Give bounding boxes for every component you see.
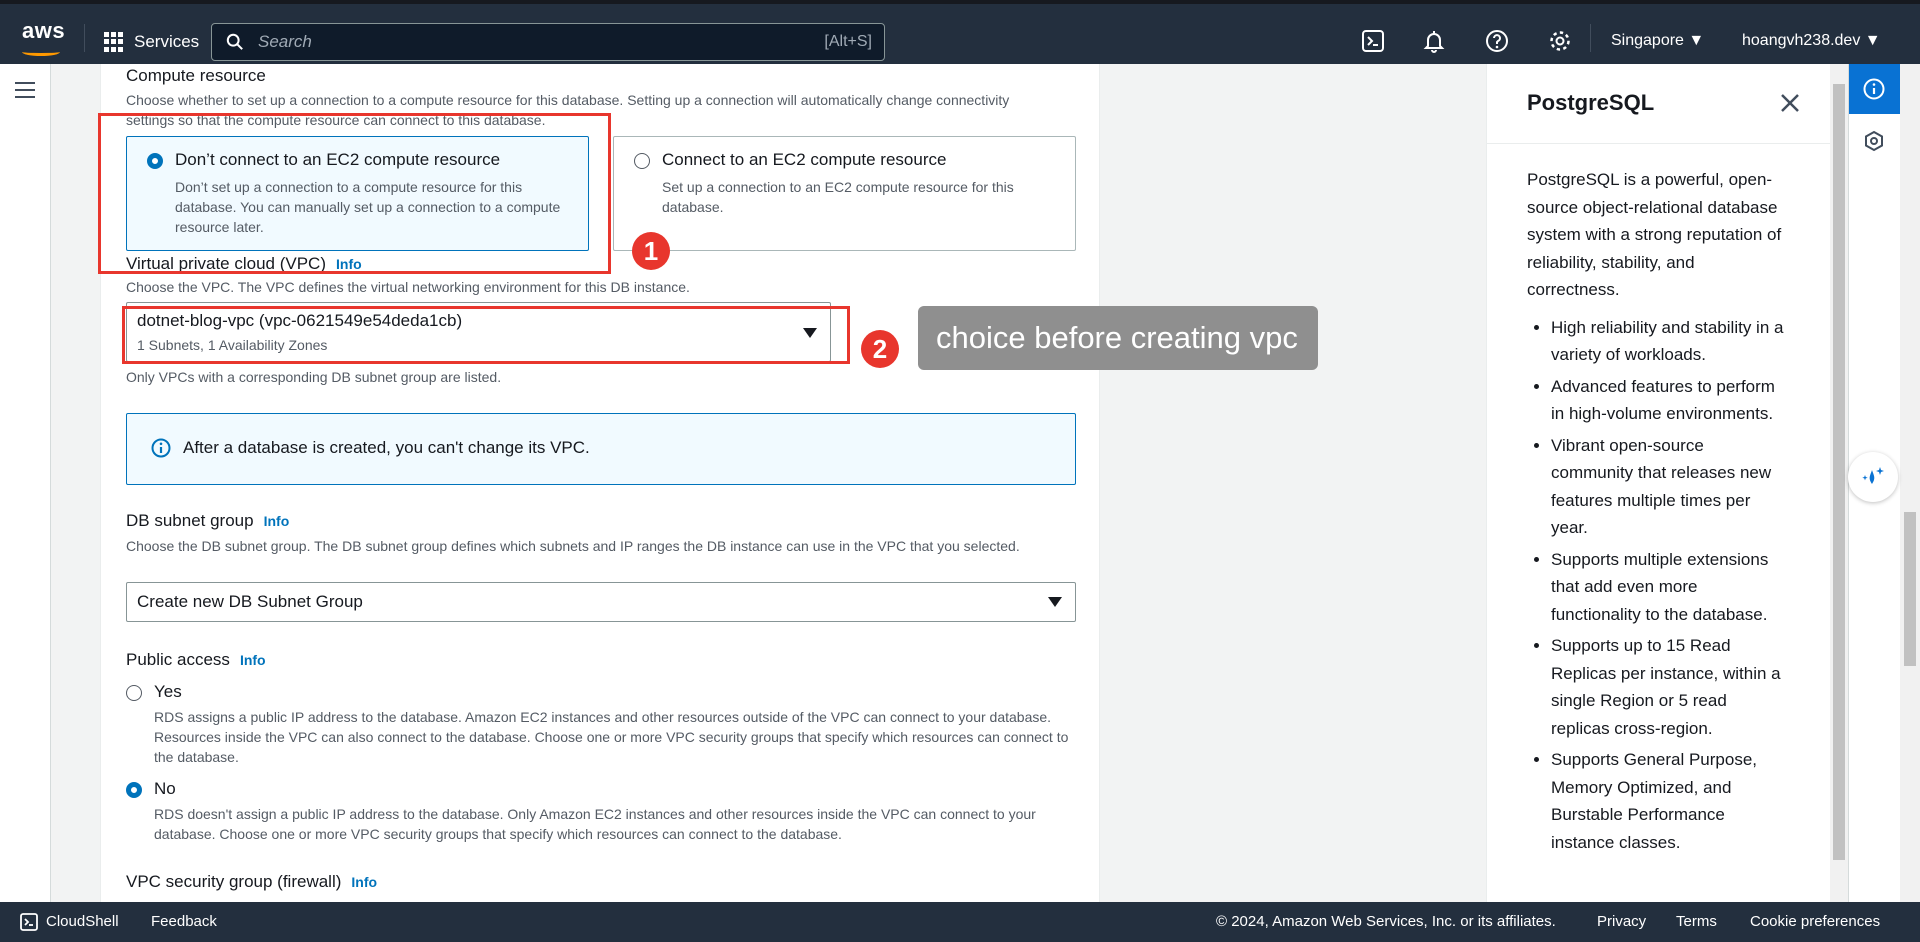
public-access-yes-radio[interactable]: [126, 685, 142, 701]
list-item: Advanced features to perform in high-vol…: [1551, 373, 1789, 428]
side-navigation: [0, 64, 51, 902]
annotation-tooltip: choice before creating vpc: [918, 306, 1318, 370]
caret-down-icon: ▼: [1864, 32, 1881, 49]
annotation-box-1: [98, 113, 611, 274]
public-access-no-desc: RDS doesn't assign a public IP address t…: [154, 806, 1036, 842]
cloudshell-link[interactable]: CloudShell: [46, 913, 119, 930]
info-icon: [1863, 78, 1885, 100]
list-item: Vibrant open-source community that relea…: [1551, 432, 1789, 542]
account-label: hoangvh238.dev: [1742, 32, 1861, 49]
aws-logo[interactable]: aws: [22, 18, 65, 44]
help-icon[interactable]: [1485, 29, 1509, 53]
vpc-desc: Choose the VPC. The VPC defines the virt…: [126, 279, 690, 295]
privacy-link[interactable]: Privacy: [1597, 913, 1646, 930]
public-access-no-label[interactable]: No: [154, 779, 176, 799]
compute-resource-title: Compute resource: [126, 66, 266, 85]
security-group-title: VPC security group (firewall) Info: [126, 872, 377, 892]
divider: [84, 24, 85, 52]
services-menu-button[interactable]: Services: [134, 32, 199, 52]
region-label: Singapore: [1611, 32, 1684, 49]
scrollbar-thumb[interactable]: [1904, 512, 1916, 666]
help-panel-title: PostgreSQL: [1527, 90, 1655, 115]
cloudshell-icon[interactable]: [1361, 29, 1385, 53]
vpc-hint: Only VPCs with a corresponding DB subnet…: [126, 369, 502, 385]
annotation-badge-2: 2: [861, 330, 899, 368]
search-shortcut: [Alt+S]: [824, 33, 872, 50]
public-access-yes-desc: RDS assigns a public IP address to the d…: [154, 709, 1069, 765]
subnet-desc: Choose the DB subnet group. The DB subne…: [126, 538, 1020, 554]
top-navigation-bar: aws Services [Alt+S] Singapore ▼ hoangvh…: [0, 0, 1920, 64]
help-intro: PostgreSQL is a powerful, open-source ob…: [1527, 170, 1782, 299]
list-item: Supports up to 15 Read Replicas per inst…: [1551, 632, 1789, 742]
public-access-title-text: Public access: [126, 650, 230, 669]
bell-icon[interactable]: [1422, 29, 1446, 53]
annotation-badge-1: 1: [632, 232, 670, 270]
services-grid-icon[interactable]: [104, 32, 124, 52]
tile-title: Connect to an EC2 compute resource: [662, 150, 947, 169]
subnet-title: DB subnet group Info: [126, 511, 289, 531]
gear-icon[interactable]: [1548, 29, 1572, 53]
help-feature-list: High reliability and stability in a vari…: [1527, 314, 1789, 857]
terms-link[interactable]: Terms: [1676, 913, 1717, 930]
caret-down-icon: [1048, 597, 1062, 607]
feedback-link[interactable]: Feedback: [151, 913, 217, 930]
list-item: High reliability and stability in a vari…: [1551, 314, 1789, 369]
sparkle-icon: [1862, 467, 1884, 484]
cookie-preferences-link[interactable]: Cookie preferences: [1750, 913, 1880, 930]
copyright-text: © 2024, Amazon Web Services, Inc. or its…: [1216, 913, 1556, 930]
list-item: Supports multiple extensions that add ev…: [1551, 546, 1789, 629]
security-group-title-text: VPC security group (firewall): [126, 872, 342, 891]
search-icon: [226, 33, 243, 50]
search-bar[interactable]: [Alt+S]: [211, 23, 885, 61]
divider: [1590, 24, 1591, 52]
help-panel-scrollbar[interactable]: [1830, 64, 1848, 902]
subnet-selected-value: Create new DB Subnet Group: [137, 592, 363, 611]
public-access-title: Public access Info: [126, 650, 266, 670]
list-item: Supports General Purpose, Memory Optimiz…: [1551, 746, 1789, 856]
help-panel: PostgreSQL PostgreSQL is a powerful, ope…: [1486, 64, 1831, 902]
menu-icon[interactable]: [15, 82, 35, 98]
help-panel-body: PostgreSQL is a powerful, open-source ob…: [1527, 166, 1789, 860]
public-access-no-radio[interactable]: [126, 782, 142, 798]
ai-assistant-button[interactable]: [1848, 452, 1898, 502]
aws-logo-smile: [22, 48, 60, 56]
public-access-yes-label[interactable]: Yes: [154, 682, 182, 702]
public-access-info-link[interactable]: Info: [240, 652, 266, 668]
caret-down-icon: ▼: [1688, 32, 1705, 49]
hexagon-icon[interactable]: [1863, 130, 1885, 152]
region-selector[interactable]: Singapore ▼: [1611, 32, 1704, 50]
radio-unselected[interactable]: [634, 153, 650, 169]
connect-ec2-tile[interactable]: Connect to an EC2 compute resource Set u…: [613, 136, 1076, 251]
close-icon[interactable]: [1779, 92, 1801, 114]
search-input[interactable]: [256, 28, 756, 56]
subnet-info-link[interactable]: Info: [264, 513, 290, 529]
subnet-title-text: DB subnet group: [126, 511, 254, 530]
footer-bar: CloudShell Feedback © 2024, Amazon Web S…: [0, 902, 1920, 942]
scrollbar-thumb[interactable]: [1833, 84, 1845, 860]
page-scrollbar[interactable]: [1900, 64, 1920, 902]
annotation-box-2: [122, 306, 850, 364]
security-group-info-link[interactable]: Info: [351, 874, 377, 890]
info-icon: [151, 438, 171, 458]
divider: [1487, 143, 1831, 144]
vpc-info-alert: After a database is created, you can't c…: [126, 413, 1076, 485]
alert-text: After a database is created, you can't c…: [183, 438, 590, 457]
cloudshell-icon[interactable]: [20, 913, 38, 931]
subnet-select[interactable]: Create new DB Subnet Group: [126, 582, 1076, 622]
account-menu[interactable]: hoangvh238.dev ▼: [1742, 32, 1881, 50]
tile-desc: Set up a connection to an EC2 compute re…: [662, 179, 1014, 215]
